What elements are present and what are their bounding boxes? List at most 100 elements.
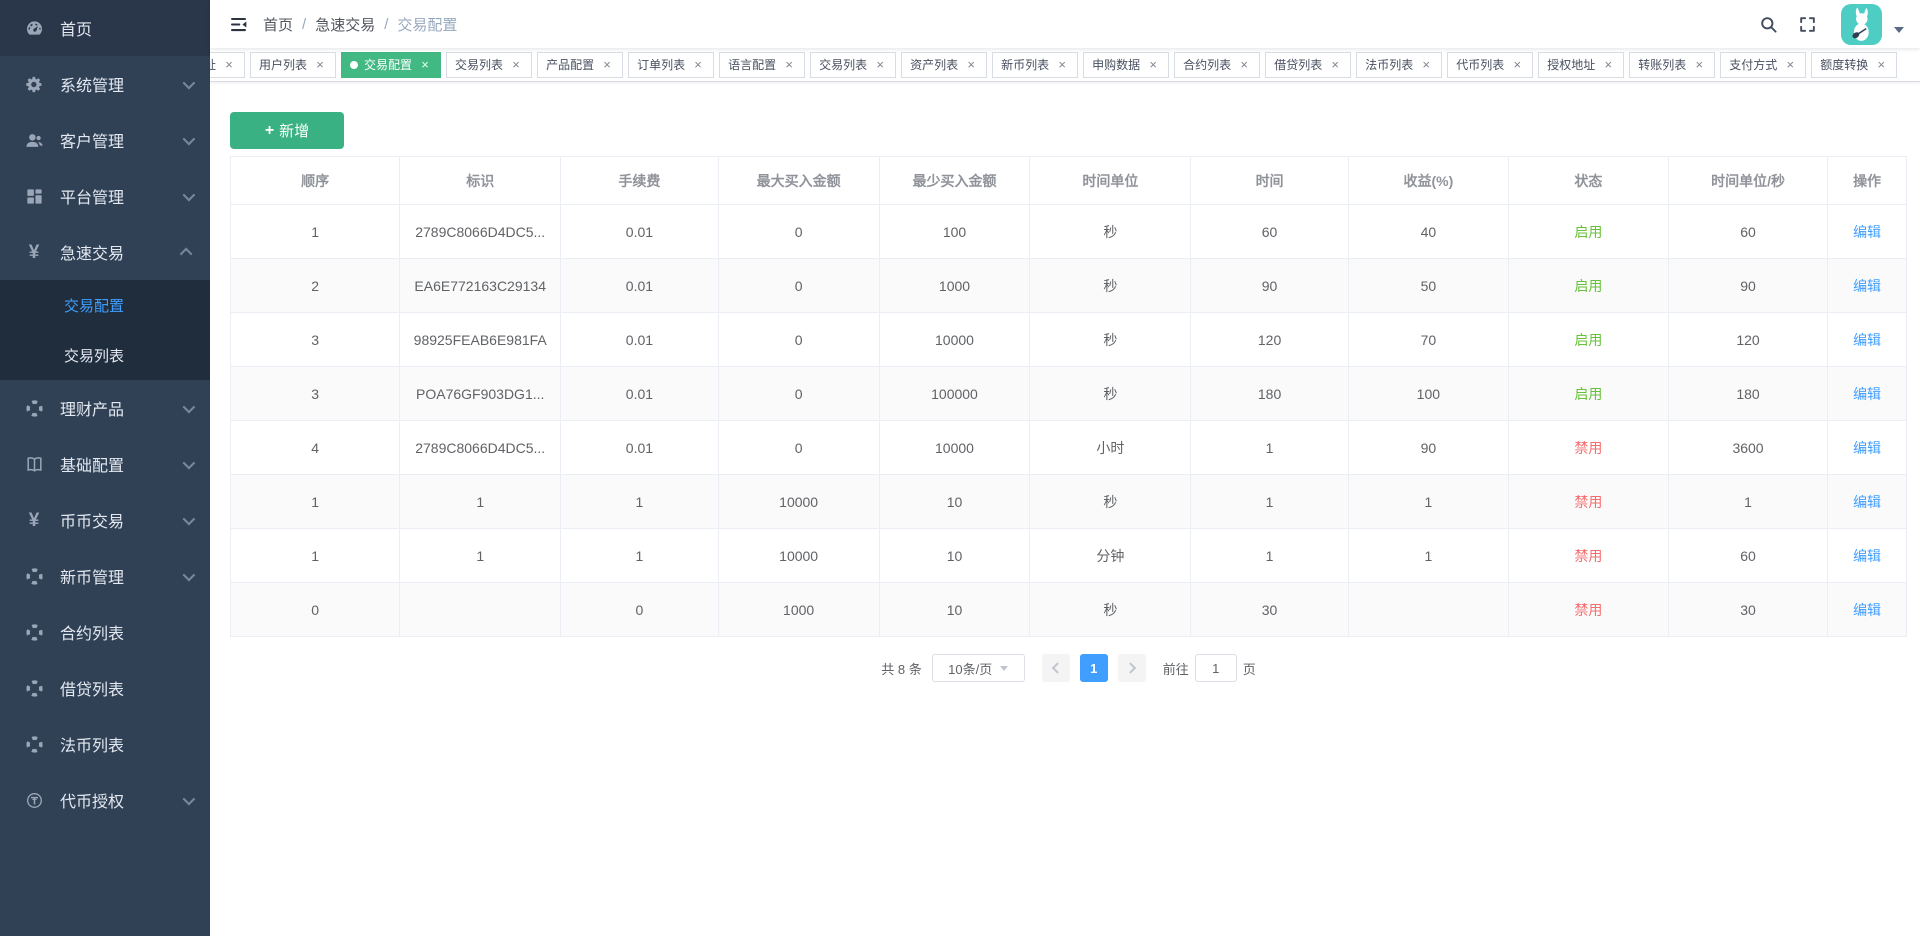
- add-button[interactable]: + 新增: [230, 112, 344, 149]
- edit-link[interactable]: 编辑: [1853, 602, 1881, 618]
- breadcrumb-item-0[interactable]: 首页: [263, 14, 293, 35]
- sidebar-item-label: 首页: [60, 16, 192, 40]
- table-header-row: 顺序标识手续费最大买入金额最少买入金额时间单位时间收益(%)状态时间单位/秒操作: [231, 157, 1907, 205]
- chevron-down-icon: [183, 512, 196, 525]
- close-icon[interactable]: ×: [1510, 58, 1524, 72]
- cell-time: 60: [1191, 205, 1349, 259]
- table-row: 2EA6E772163C291340.0101000秒9050启用90编辑: [231, 259, 1907, 313]
- tag-item-15[interactable]: 授权地址×: [1538, 52, 1624, 78]
- hamburger-icon[interactable]: [210, 14, 263, 35]
- sidebar-item-contract-list[interactable]: 合约列表: [0, 604, 210, 660]
- close-icon[interactable]: ×: [1237, 58, 1251, 72]
- tag-item-1[interactable]: 用户列表×: [250, 52, 336, 78]
- page-unit-label: 页: [1243, 659, 1256, 678]
- page-number-1[interactable]: 1: [1080, 654, 1108, 682]
- edit-link[interactable]: 编辑: [1853, 386, 1881, 402]
- cell-order: 1: [231, 529, 400, 583]
- close-icon[interactable]: ×: [1692, 58, 1706, 72]
- edit-link[interactable]: 编辑: [1853, 494, 1881, 510]
- page-size-select[interactable]: 10条/页: [932, 654, 1025, 682]
- tag-item-6[interactable]: 语言配置×: [719, 52, 805, 78]
- close-icon[interactable]: ×: [600, 58, 614, 72]
- tag-item-5[interactable]: 订单列表×: [628, 52, 714, 78]
- sidebar-item-customer[interactable]: 客户管理: [0, 112, 210, 168]
- sidebar-item-system[interactable]: 系统管理: [0, 56, 210, 112]
- edit-link[interactable]: 编辑: [1853, 278, 1881, 294]
- close-icon[interactable]: ×: [964, 58, 978, 72]
- cell-time_unit: 秒: [1030, 259, 1191, 313]
- yen-icon: ¥: [22, 510, 46, 530]
- cell-profit: [1348, 583, 1508, 637]
- edit-link[interactable]: 编辑: [1853, 440, 1881, 456]
- cell-mark: POA76GF903DG1...: [400, 367, 561, 421]
- tag-item-12[interactable]: 借贷列表×: [1265, 52, 1351, 78]
- avatar[interactable]: [1841, 4, 1882, 45]
- tag-item-17[interactable]: 支付方式×: [1720, 52, 1806, 78]
- tag-item-16[interactable]: 转账列表×: [1629, 52, 1715, 78]
- close-icon[interactable]: ×: [1055, 58, 1069, 72]
- column-header: 顺序: [231, 157, 400, 205]
- tag-item-2[interactable]: 交易配置×: [341, 52, 441, 78]
- status-badge: 启用: [1574, 386, 1602, 402]
- cell-action: 编辑: [1828, 529, 1907, 583]
- close-icon[interactable]: ×: [222, 58, 236, 72]
- edit-link[interactable]: 编辑: [1853, 224, 1881, 240]
- close-icon[interactable]: ×: [691, 58, 705, 72]
- sidebar-item-fast-trade[interactable]: ¥急速交易: [0, 224, 210, 280]
- cell-time: 1: [1191, 475, 1349, 529]
- tag-item-3[interactable]: 交易列表×: [446, 52, 532, 78]
- cell-min_buy: 100: [879, 205, 1030, 259]
- tag-item-8[interactable]: 资产列表×: [901, 52, 987, 78]
- column-header: 收益(%): [1348, 157, 1508, 205]
- close-icon[interactable]: ×: [1328, 58, 1342, 72]
- close-icon[interactable]: ×: [509, 58, 523, 72]
- lifebuoy-icon: [22, 622, 46, 642]
- goto-page-input[interactable]: [1195, 654, 1237, 682]
- sidebar-item-new-coin[interactable]: 新币管理: [0, 548, 210, 604]
- caret-down-icon[interactable]: [1894, 27, 1904, 33]
- sidebar-item-finance-product[interactable]: 理财产品: [0, 380, 210, 436]
- close-icon[interactable]: ×: [1419, 58, 1433, 72]
- close-icon[interactable]: ×: [873, 58, 887, 72]
- sidebar-item-home[interactable]: 首页: [0, 0, 210, 56]
- sidebar-item-loan-list[interactable]: 借贷列表: [0, 660, 210, 716]
- tag-item-11[interactable]: 合约列表×: [1174, 52, 1260, 78]
- sidebar-item-basic-config[interactable]: 基础配置: [0, 436, 210, 492]
- chevron-down-icon: [183, 456, 196, 469]
- close-icon[interactable]: ×: [1783, 58, 1797, 72]
- tag-item-13[interactable]: 法币列表×: [1356, 52, 1442, 78]
- sidebar-subitem-trade-list[interactable]: 交易列表: [0, 330, 210, 380]
- sidebar-item-token-auth[interactable]: 代币授权: [0, 772, 210, 828]
- sidebar-subitem-label: 交易列表: [64, 345, 124, 366]
- close-icon[interactable]: ×: [418, 58, 432, 72]
- tag-item-4[interactable]: 产品配置×: [537, 52, 623, 78]
- tag-item-14[interactable]: 代币列表×: [1447, 52, 1533, 78]
- close-icon[interactable]: ×: [1874, 58, 1888, 72]
- cell-min_buy: 100000: [879, 367, 1030, 421]
- prev-page-button[interactable]: [1042, 654, 1070, 682]
- search-icon[interactable]: [1749, 15, 1788, 34]
- cell-mark: 2789C8066D4DC5...: [400, 205, 561, 259]
- sidebar-item-label: 理财产品: [60, 396, 175, 420]
- edit-link[interactable]: 编辑: [1853, 332, 1881, 348]
- sidebar-item-fiat-list[interactable]: 法币列表: [0, 716, 210, 772]
- sidebar-item-coin-trade[interactable]: ¥币币交易: [0, 492, 210, 548]
- column-header: 操作: [1828, 157, 1907, 205]
- breadcrumb-item-1[interactable]: 急速交易: [315, 14, 375, 35]
- next-page-button[interactable]: [1118, 654, 1146, 682]
- close-icon[interactable]: ×: [313, 58, 327, 72]
- close-icon[interactable]: ×: [1146, 58, 1160, 72]
- sidebar-subitem-trade-config[interactable]: 交易配置: [0, 280, 210, 330]
- cell-fee: 0.01: [561, 313, 719, 367]
- edit-link[interactable]: 编辑: [1853, 548, 1881, 564]
- tag-item-10[interactable]: 申购数据×: [1083, 52, 1169, 78]
- fullscreen-icon[interactable]: [1788, 15, 1827, 34]
- tag-item-0[interactable]: 地址×: [210, 52, 245, 78]
- close-icon[interactable]: ×: [1601, 58, 1615, 72]
- tag-item-18[interactable]: 额度转换×: [1811, 52, 1897, 78]
- tags-bar: 地址×用户列表×交易配置×交易列表×产品配置×订单列表×语言配置×交易列表×资产…: [210, 48, 1920, 82]
- sidebar-item-platform[interactable]: 平台管理: [0, 168, 210, 224]
- close-icon[interactable]: ×: [782, 58, 796, 72]
- tag-item-9[interactable]: 新币列表×: [992, 52, 1078, 78]
- tag-item-7[interactable]: 交易列表×: [810, 52, 896, 78]
